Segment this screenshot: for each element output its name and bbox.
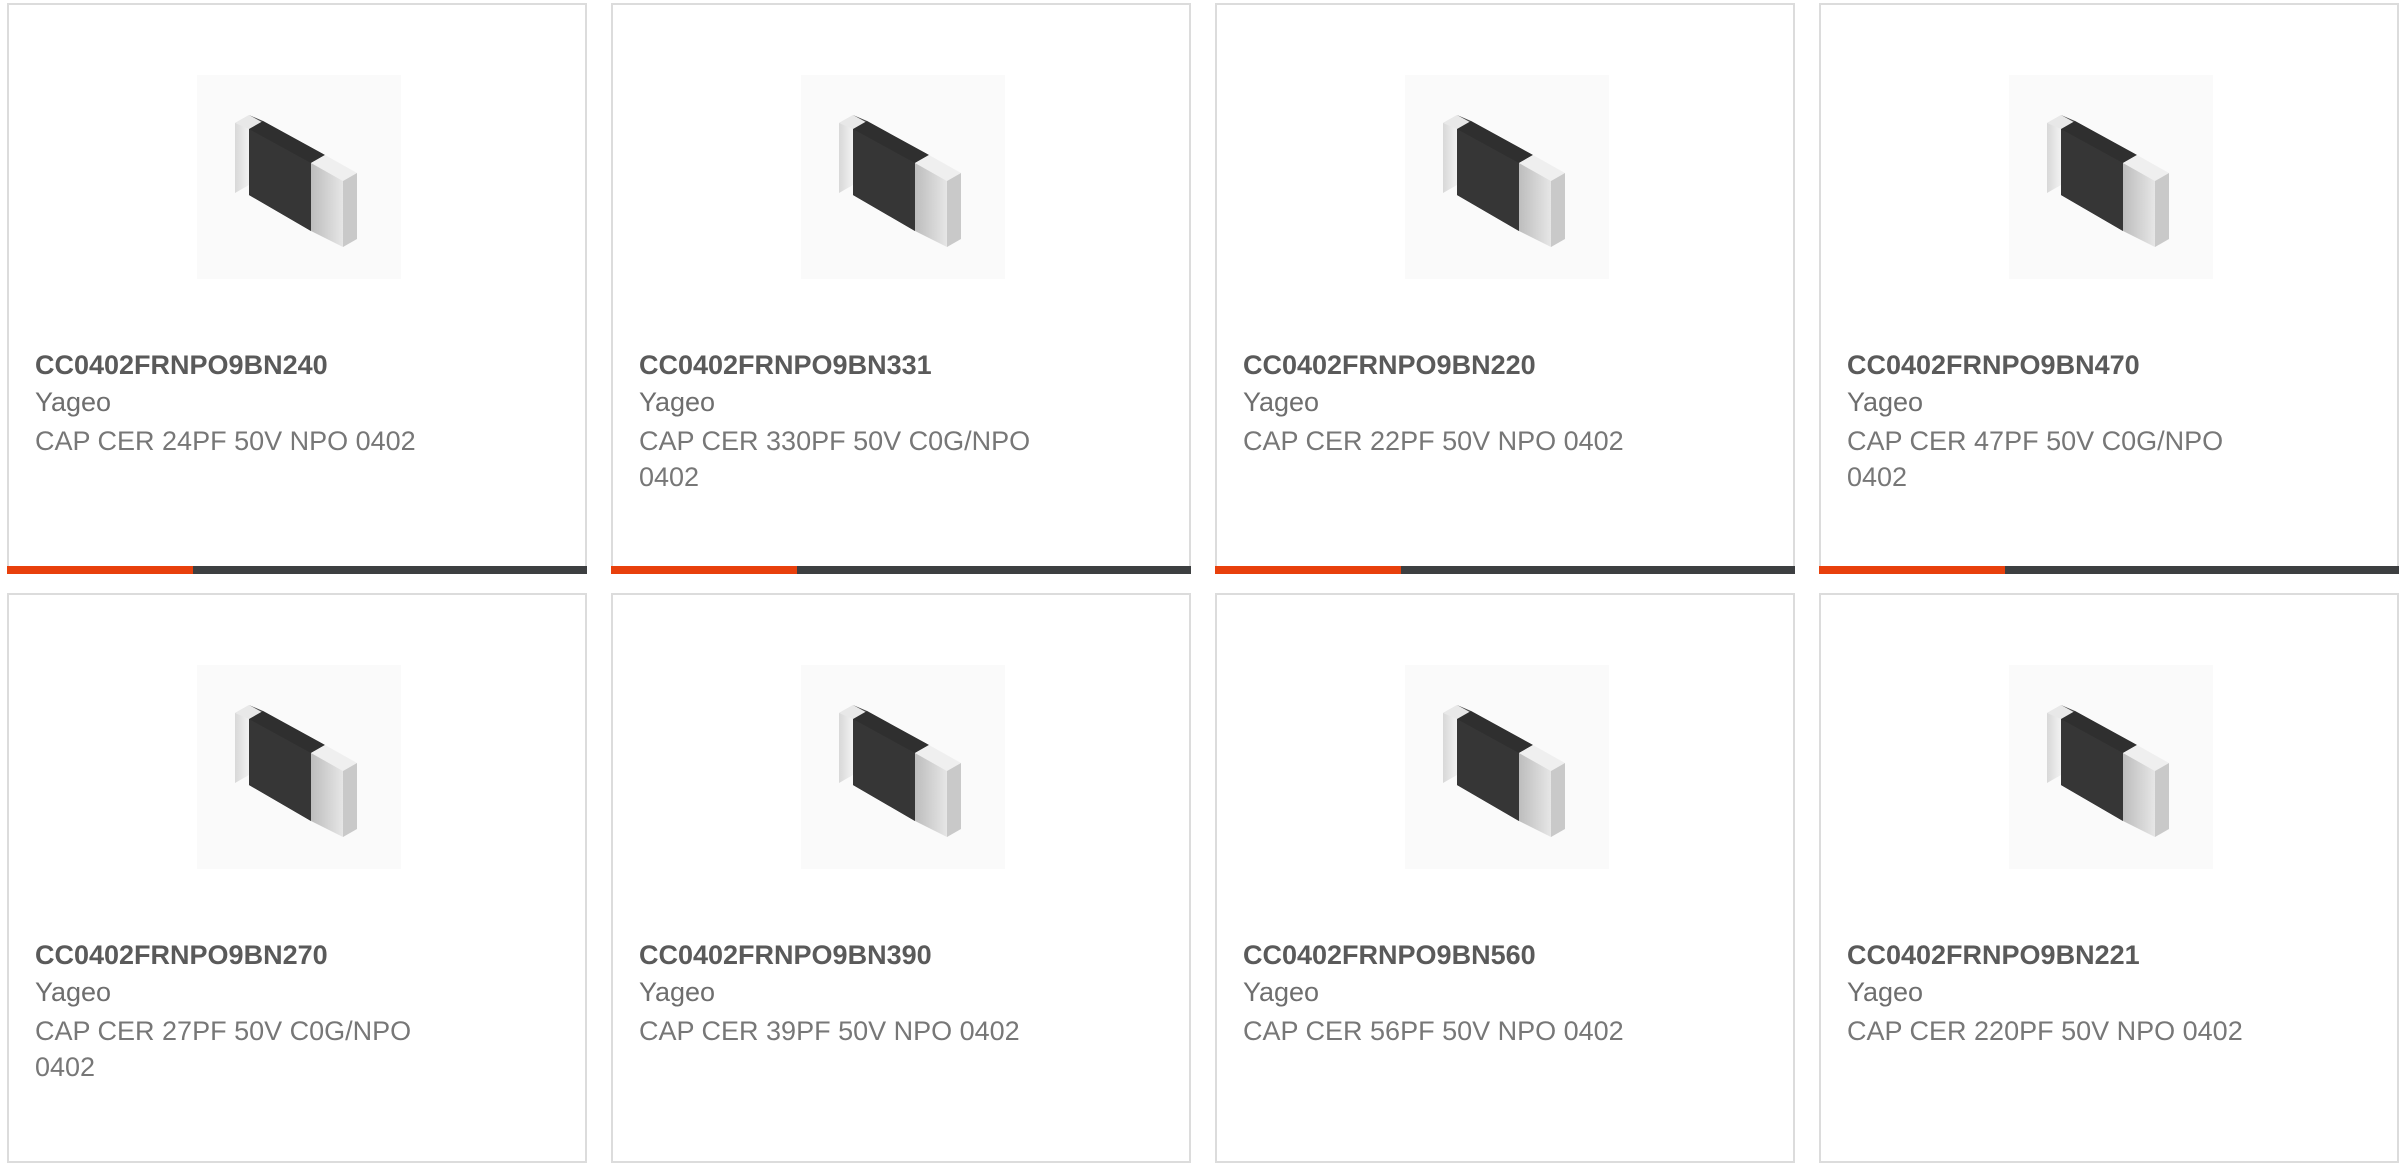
manufacturer: Yageo bbox=[639, 387, 716, 417]
progress-fill bbox=[1215, 566, 1401, 574]
manufacturer: Yageo bbox=[639, 977, 716, 1007]
product-card[interactable]: CC0402FRNPO9BN390 Yageo CAP CER 39PF 50V… bbox=[611, 593, 1191, 1163]
progress-fill bbox=[1819, 566, 2005, 574]
capacitor-chip-image[interactable] bbox=[197, 75, 401, 279]
product-card[interactable]: CC0402FRNPO9BN240 Yageo CAP CER 24PF 50V… bbox=[7, 3, 587, 574]
manufacturer: Yageo bbox=[1243, 387, 1320, 417]
capacitor-chip-image[interactable] bbox=[2009, 665, 2213, 869]
description: CAP CER 56PF 50V NPO 0402 bbox=[1243, 1016, 1624, 1046]
part-number[interactable]: CC0402FRNPO9BN220 bbox=[1243, 350, 1536, 381]
description: CAP CER 27PF 50V C0G/NPO 0402 bbox=[35, 1016, 412, 1082]
manufacturer: Yageo bbox=[1847, 387, 1924, 417]
progress-fill bbox=[611, 566, 797, 574]
part-number[interactable]: CC0402FRNPO9BN470 bbox=[1847, 350, 2140, 381]
part-number[interactable]: CC0402FRNPO9BN331 bbox=[639, 350, 932, 381]
manufacturer: Yageo bbox=[35, 977, 112, 1007]
product-card[interactable]: CC0402FRNPO9BN221 Yageo CAP CER 220PF 50… bbox=[1819, 593, 2399, 1163]
part-number[interactable]: CC0402FRNPO9BN560 bbox=[1243, 940, 1536, 971]
manufacturer: Yageo bbox=[1243, 977, 1320, 1007]
description: CAP CER 39PF 50V NPO 0402 bbox=[639, 1016, 1020, 1046]
capacitor-chip-image[interactable] bbox=[1405, 75, 1609, 279]
card-progress-bar bbox=[611, 566, 1191, 574]
product-card[interactable]: CC0402FRNPO9BN220 Yageo CAP CER 22PF 50V… bbox=[1215, 3, 1795, 574]
description: CAP CER 47PF 50V C0G/NPO 0402 bbox=[1847, 426, 2224, 492]
card-progress-bar bbox=[1215, 566, 1795, 574]
progress-fill bbox=[7, 566, 193, 574]
manufacturer: Yageo bbox=[35, 387, 112, 417]
product-card[interactable]: CC0402FRNPO9BN331 Yageo CAP CER 330PF 50… bbox=[611, 3, 1191, 574]
product-grid: CC0402FRNPO9BN240 Yageo CAP CER 24PF 50V… bbox=[7, 3, 2400, 1163]
manufacturer: Yageo bbox=[1847, 977, 1924, 1007]
description: CAP CER 330PF 50V C0G/NPO 0402 bbox=[639, 426, 1031, 492]
part-number[interactable]: CC0402FRNPO9BN240 bbox=[35, 350, 328, 381]
part-number[interactable]: CC0402FRNPO9BN270 bbox=[35, 940, 328, 971]
product-card[interactable]: CC0402FRNPO9BN270 Yageo CAP CER 27PF 50V… bbox=[7, 593, 587, 1163]
capacitor-chip-image[interactable] bbox=[2009, 75, 2213, 279]
capacitor-chip-image[interactable] bbox=[1405, 665, 1609, 869]
description: CAP CER 22PF 50V NPO 0402 bbox=[1243, 426, 1624, 456]
product-card[interactable]: CC0402FRNPO9BN470 Yageo CAP CER 47PF 50V… bbox=[1819, 3, 2399, 574]
description: CAP CER 220PF 50V NPO 0402 bbox=[1847, 1016, 2243, 1046]
card-progress-bar bbox=[7, 566, 587, 574]
part-number[interactable]: CC0402FRNPO9BN390 bbox=[639, 940, 932, 971]
description: CAP CER 24PF 50V NPO 0402 bbox=[35, 426, 416, 456]
part-number[interactable]: CC0402FRNPO9BN221 bbox=[1847, 940, 2140, 971]
card-progress-bar bbox=[1819, 566, 2399, 574]
product-card[interactable]: CC0402FRNPO9BN560 Yageo CAP CER 56PF 50V… bbox=[1215, 593, 1795, 1163]
capacitor-chip-image[interactable] bbox=[801, 75, 1005, 279]
capacitor-chip-image[interactable] bbox=[801, 665, 1005, 869]
capacitor-chip-image[interactable] bbox=[197, 665, 401, 869]
